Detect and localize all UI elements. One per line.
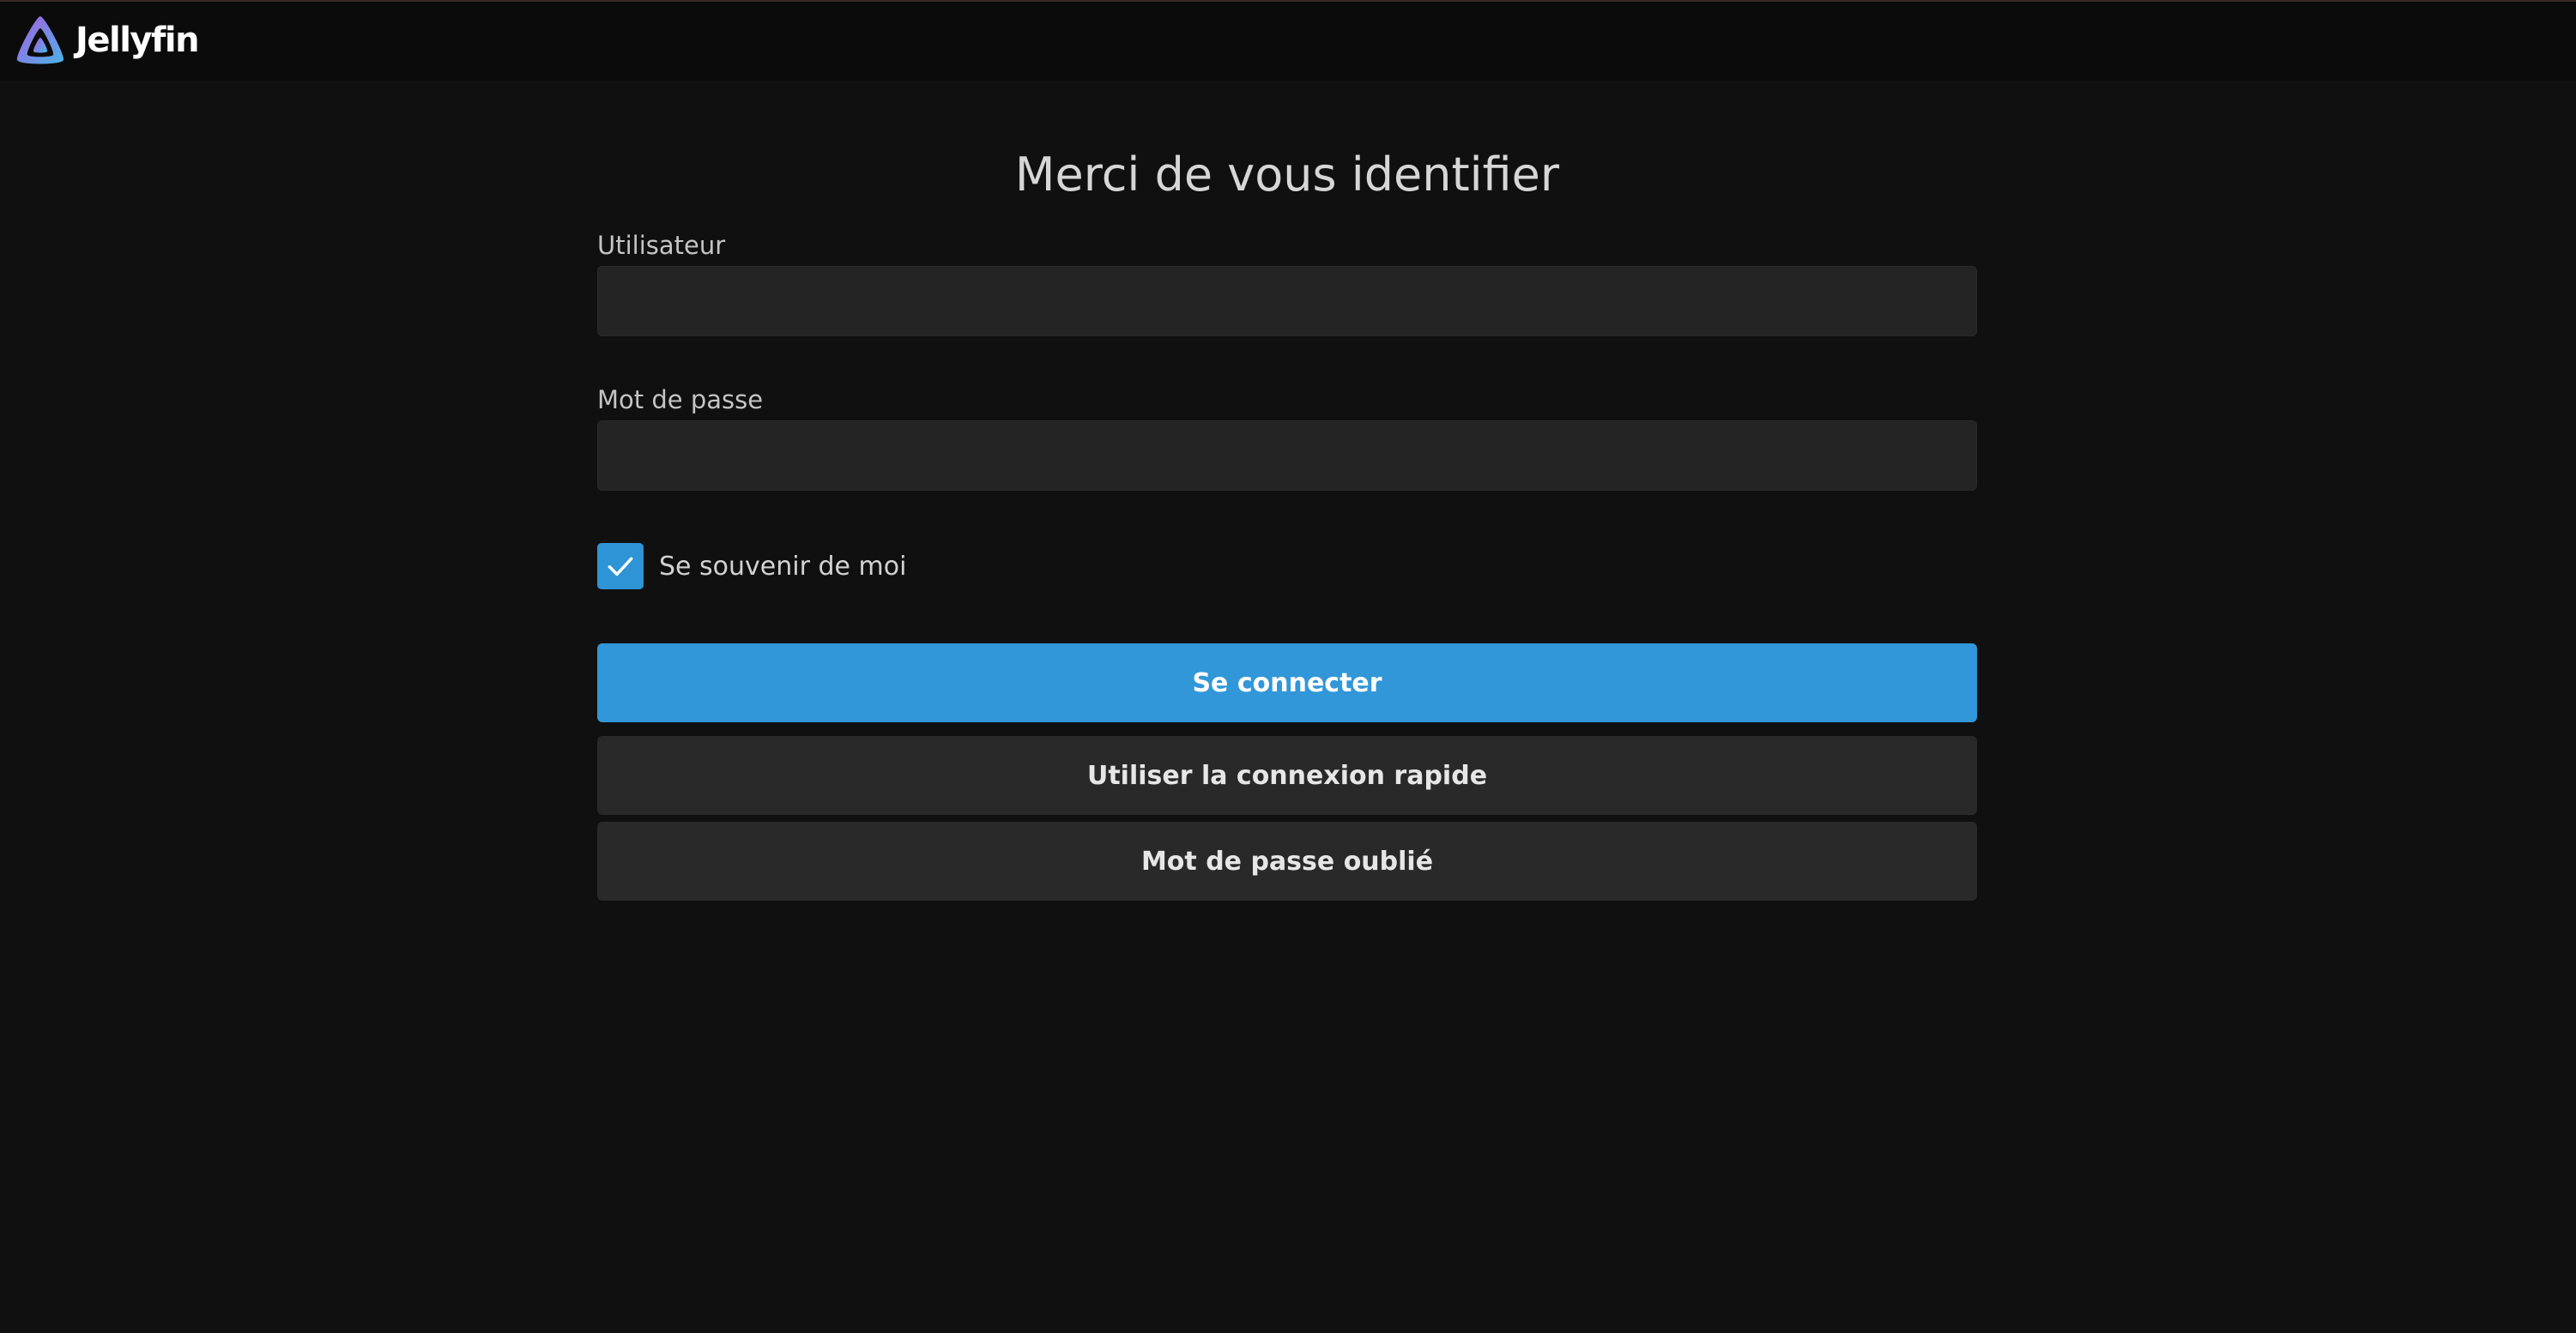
remember-me-label[interactable]: Se souvenir de moi (659, 552, 906, 582)
login-form: Merci de vous identifier Utilisateur Mot… (597, 81, 1977, 901)
remember-me-row: Se souvenir de moi (597, 542, 1977, 590)
remember-me-checkbox[interactable] (597, 543, 644, 589)
app-logo[interactable]: Jellyfin (12, 14, 200, 67)
checkmark-icon (608, 557, 633, 576)
login-page: Jellyfin Merci de vous identifier Utilis… (0, 0, 2576, 1333)
page-title: Merci de vous identifier (1014, 148, 1560, 202)
jellyfin-triangle-icon (16, 16, 64, 64)
header-bar: Jellyfin (0, 0, 2576, 81)
sign-in-button[interactable]: Se connecter (597, 643, 1977, 722)
quick-connect-button[interactable]: Utiliser la connexion rapide (597, 736, 1977, 815)
password-input[interactable] (597, 420, 1977, 491)
password-label: Mot de passe (597, 385, 764, 414)
app-name: Jellyfin (76, 21, 200, 60)
forgot-password-button[interactable]: Mot de passe oublié (597, 822, 1977, 901)
username-label: Utilisateur (597, 231, 726, 260)
username-input[interactable] (597, 266, 1977, 336)
